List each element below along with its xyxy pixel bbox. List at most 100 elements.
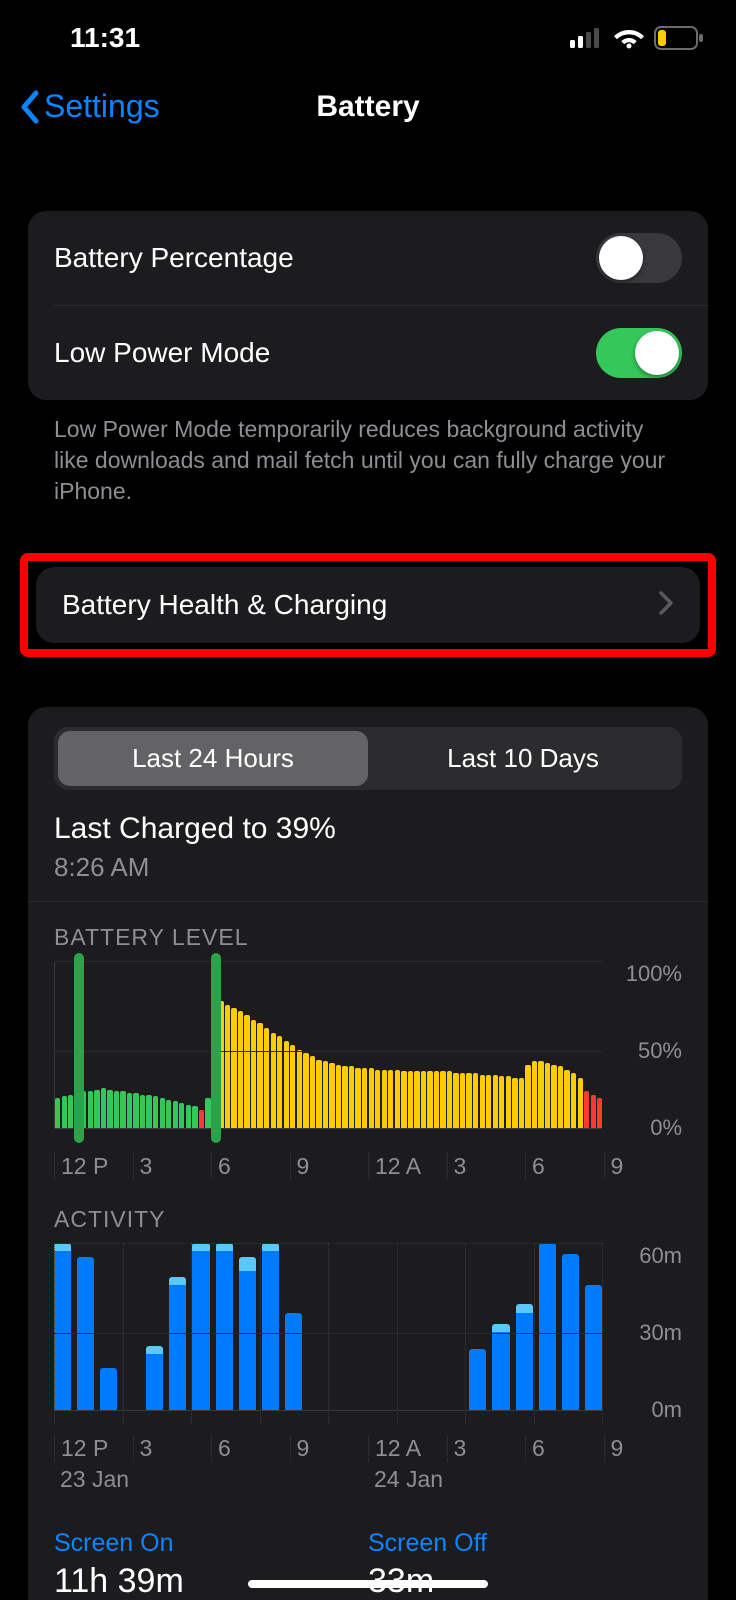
battery-level-bar xyxy=(114,1091,119,1128)
toggles-card: Battery Percentage Low Power Mode xyxy=(28,211,708,400)
battery-health-row[interactable]: Battery Health & Charging xyxy=(36,567,700,643)
tab-last-10-days[interactable]: Last 10 Days xyxy=(368,731,678,786)
activity-bar xyxy=(539,1243,556,1410)
battery-level-bar xyxy=(545,1063,550,1128)
battery-level-bar xyxy=(493,1075,498,1128)
y-tick: 60m xyxy=(612,1243,682,1269)
battery-level-bar xyxy=(231,1008,236,1128)
x-tick: 6 xyxy=(525,1153,604,1180)
battery-level-bar xyxy=(375,1070,380,1128)
battery-level-bar xyxy=(473,1073,478,1128)
status-time: 11:31 xyxy=(70,22,140,54)
low-power-mode-row[interactable]: Low Power Mode xyxy=(28,306,708,400)
battery-level-bar xyxy=(421,1071,426,1128)
battery-level-bar xyxy=(336,1065,341,1128)
battery-level-bar xyxy=(506,1076,511,1128)
battery-level-bar xyxy=(382,1070,387,1128)
back-label: Settings xyxy=(44,88,160,125)
battery-level-bar xyxy=(558,1066,563,1128)
x-tick: 6 xyxy=(525,1435,604,1462)
activity-bar xyxy=(54,1243,71,1410)
battery-level-bar xyxy=(133,1093,138,1128)
battery-level-bar xyxy=(395,1070,400,1128)
battery-level-bar xyxy=(192,1106,197,1128)
battery-level-bar xyxy=(264,1028,269,1128)
battery-level-bar xyxy=(571,1073,576,1128)
activity-bar xyxy=(377,1243,394,1410)
activity-bar xyxy=(216,1243,233,1410)
date-label: 24 Jan xyxy=(368,1466,682,1493)
activity-bar xyxy=(192,1243,209,1410)
charging-marker xyxy=(211,953,221,1143)
battery-level-bar xyxy=(101,1088,106,1128)
activity-bar xyxy=(562,1243,579,1410)
battery-level-bar xyxy=(532,1061,537,1128)
battery-level-bar xyxy=(349,1066,354,1128)
time-range-segmented: Last 24 Hours Last 10 Days xyxy=(54,727,682,790)
x-tick: 3 xyxy=(447,1153,526,1180)
x-tick: 6 xyxy=(211,1153,290,1180)
battery-level-bar xyxy=(466,1073,471,1128)
activity-bar xyxy=(423,1243,440,1410)
home-indicator[interactable] xyxy=(248,1580,488,1588)
battery-level-bar xyxy=(68,1095,73,1128)
battery-level-bar xyxy=(434,1071,439,1128)
activity-bar xyxy=(516,1243,533,1410)
battery-percentage-toggle[interactable] xyxy=(596,233,682,283)
battery-level-bar xyxy=(199,1110,204,1128)
battery-level-bar xyxy=(538,1061,543,1128)
battery-level-bar xyxy=(408,1071,413,1128)
battery-level-bar xyxy=(290,1045,295,1129)
activity-bar xyxy=(492,1243,509,1410)
battery-level-bar xyxy=(303,1053,308,1128)
battery-level-bar xyxy=(127,1093,132,1128)
activity-bar xyxy=(400,1243,417,1410)
x-tick: 12 P xyxy=(54,1435,133,1462)
activity-chart[interactable] xyxy=(54,1243,602,1423)
battery-level-bar xyxy=(88,1091,93,1128)
y-tick: 0m xyxy=(612,1397,682,1423)
battery-level-chart[interactable] xyxy=(54,961,602,1141)
low-power-mode-toggle[interactable] xyxy=(596,328,682,378)
battery-level-bar xyxy=(525,1065,530,1128)
battery-level-bar xyxy=(591,1095,596,1128)
battery-level-bar xyxy=(551,1065,556,1128)
battery-stats-card: Last 24 Hours Last 10 Days Last Charged … xyxy=(28,707,708,1600)
battery-level-bar xyxy=(486,1075,491,1128)
screen-on-block: Screen On 11h 39m xyxy=(54,1529,368,1600)
battery-level-bar xyxy=(205,1098,210,1128)
battery-level-bar xyxy=(460,1073,465,1128)
activity-bar xyxy=(169,1243,186,1410)
battery-level-bar xyxy=(323,1061,328,1128)
x-tick: 6 xyxy=(211,1435,290,1462)
activity-bar xyxy=(585,1243,602,1410)
chevron-left-icon xyxy=(18,89,42,125)
x-tick: 9 xyxy=(604,1435,683,1462)
x-tick: 9 xyxy=(604,1153,683,1180)
battery-level-bar xyxy=(297,1050,302,1128)
y-tick: 50% xyxy=(612,1038,682,1064)
x-tick: 3 xyxy=(447,1435,526,1462)
battery-level-bar xyxy=(369,1068,374,1128)
x-tick: 3 xyxy=(133,1153,212,1180)
battery-level-bar xyxy=(238,1011,243,1128)
last-charged-title: Last Charged to 39% xyxy=(54,812,682,846)
battery-percentage-row[interactable]: Battery Percentage xyxy=(28,211,708,305)
battery-level-bar xyxy=(447,1071,452,1128)
battery-level-bar xyxy=(453,1073,458,1128)
y-tick: 30m xyxy=(612,1320,682,1346)
battery-level-bar xyxy=(62,1096,67,1128)
x-tick: 9 xyxy=(290,1153,369,1180)
date-label: 23 Jan xyxy=(54,1466,368,1493)
battery-level-bar xyxy=(277,1036,282,1128)
battery-level-bar xyxy=(414,1071,419,1128)
tab-last-24-hours[interactable]: Last 24 Hours xyxy=(58,731,368,786)
battery-health-label: Battery Health & Charging xyxy=(62,589,387,621)
back-button[interactable]: Settings xyxy=(18,88,160,125)
wifi-icon xyxy=(614,27,644,49)
x-tick: 9 xyxy=(290,1435,369,1462)
battery-level-bar xyxy=(166,1100,171,1128)
battery-level-bar xyxy=(140,1095,145,1128)
battery-level-bar xyxy=(55,1098,60,1128)
activity-bar xyxy=(146,1243,163,1410)
